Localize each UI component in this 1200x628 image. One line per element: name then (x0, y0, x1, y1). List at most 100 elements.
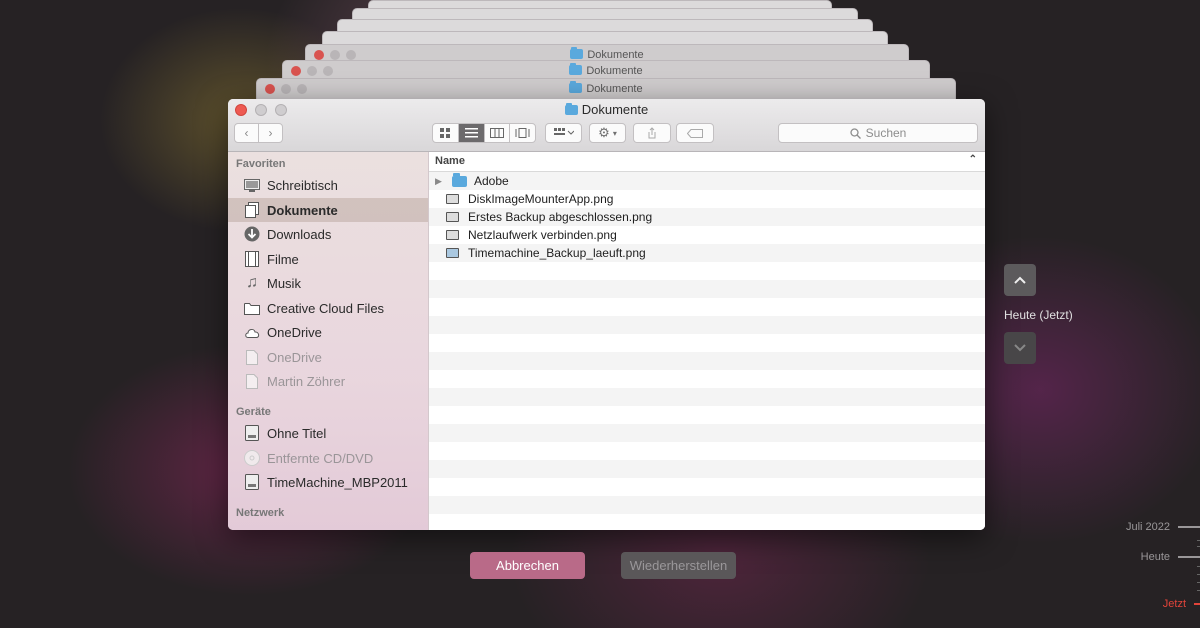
current-snapshot-label: Heute (Jetzt) (1004, 308, 1073, 322)
tag-icon (687, 128, 703, 138)
folder-icon (564, 103, 578, 115)
back-button[interactable]: ‹ (235, 124, 258, 142)
list-item[interactable]: DiskImageMounterApp.png (429, 190, 985, 208)
newer-backup-button[interactable] (1004, 264, 1036, 296)
window-titlebar: Dokumente ‹ › ⚙ ▾ Suchen (228, 99, 985, 152)
timeline-entry-now[interactable]: Jetzt (1163, 598, 1200, 610)
image-file-icon (446, 248, 462, 258)
sidebar-heading-devices: Geräte (236, 406, 271, 418)
sidebar-item-dokumente[interactable]: Dokumente (228, 198, 428, 222)
share-icon (648, 127, 656, 139)
sidebar-heading-network: Netzwerk (236, 507, 285, 519)
list-item[interactable]: Netzlaufwerk verbinden.png (429, 226, 985, 244)
list-item[interactable]: Erstes Backup abgeschlossen.png (429, 208, 985, 226)
list-icon (464, 128, 478, 138)
desktop-icon (244, 177, 260, 193)
timeline-label: Juli 2022 (1125, 521, 1170, 533)
grid-icon (439, 127, 450, 138)
sidebar-item-timemachine[interactable]: TimeMachine_MBP2011 (228, 470, 428, 494)
sidebar-item-label: Ohne Titel (267, 425, 327, 441)
sidebar-item-filme[interactable]: Filme (228, 247, 428, 271)
sidebar-item-schreibtisch[interactable]: Schreibtisch (228, 173, 428, 197)
movies-icon (244, 251, 260, 267)
sidebar-item-onedrive-dimmed[interactable]: OneDrive (228, 345, 428, 369)
sidebar-item-downloads[interactable]: Downloads (228, 222, 428, 246)
timeline-entry-july[interactable]: Juli 2022 (1126, 521, 1200, 533)
chevron-down-icon (1014, 344, 1026, 352)
action-button[interactable]: ⚙ ▾ (589, 123, 626, 143)
column-view-button[interactable] (483, 124, 510, 142)
list-view-button[interactable] (457, 124, 484, 142)
view-mode-segmented (432, 123, 536, 143)
disclosure-triangle-icon[interactable]: ▶ (435, 176, 449, 187)
sidebar-item-label: OneDrive (267, 324, 322, 340)
sidebar-item-label: OneDrive (267, 349, 322, 365)
file-name: Netzlaufwerk verbinden.png (468, 228, 617, 242)
sidebar-heading-favorites: Favoriten (236, 158, 286, 170)
stacked-window-title: Dokumente (586, 65, 643, 77)
search-placeholder: Suchen (865, 126, 907, 140)
sidebar-item-onedrive[interactable]: OneDrive (228, 320, 428, 344)
folder-icon (570, 47, 584, 59)
sidebar-item-creative-cloud-files[interactable]: Creative Cloud Files (228, 296, 428, 320)
sidebar-item-label: Entfernte CD/DVD (267, 450, 374, 466)
image-file-icon (446, 194, 462, 204)
arrange-button[interactable] (545, 123, 582, 143)
chevron-down-icon: ▾ (612, 128, 617, 138)
sidebar-item-label: TimeMachine_MBP2011 (267, 474, 408, 490)
icon-view-button[interactable] (433, 124, 458, 142)
sidebar-item-martin-zoehrer[interactable]: Martin Zöhrer (228, 369, 428, 393)
file-name: Adobe (474, 174, 509, 188)
window-title-wrap: Dokumente (228, 102, 985, 117)
file-rows: ▶ Adobe DiskImageMounterApp.png Erstes B… (429, 172, 985, 530)
search-field[interactable]: Suchen (778, 123, 978, 143)
drive-icon (244, 425, 260, 441)
column-header-label: Name (435, 155, 465, 167)
older-backup-button[interactable] (1004, 332, 1036, 364)
arrange-icon (553, 128, 574, 135)
file-name: DiskImageMounterApp.png (468, 192, 614, 206)
timeline-label: Jetzt (1162, 598, 1186, 610)
tag-button[interactable] (676, 123, 714, 143)
timeline-entry-today[interactable]: Heute (1141, 551, 1200, 563)
sidebar-item-label: Filme (267, 251, 299, 267)
sidebar-item-label: Schreibtisch (267, 177, 338, 193)
document-icon (244, 373, 260, 389)
chevron-up-icon (1014, 276, 1026, 284)
sidebar-item-label: Downloads (267, 226, 332, 242)
nav-buttons: ‹ › (234, 123, 283, 143)
document-icon (244, 349, 260, 365)
sidebar-item-ohne-titel[interactable]: Ohne Titel (228, 421, 428, 445)
column-header-name[interactable]: Name ⌃ (429, 152, 985, 172)
sidebar-item-entfernte-cd-dvd[interactable]: Entfernte CD/DVD (228, 446, 428, 470)
cloud-icon (244, 324, 260, 340)
sidebar-item-musik[interactable]: ♫ Musik (228, 271, 428, 295)
file-list: Name ⌃ ▶ Adobe DiskImageMounterApp.png E… (429, 152, 985, 530)
sidebar: Favoriten Schreibtisch Dokumente Downloa… (228, 152, 429, 530)
file-name: Timemachine_Backup_laeuft.png (468, 246, 646, 260)
music-icon: ♫ (246, 274, 258, 291)
downloads-icon (244, 226, 260, 242)
forward-button[interactable]: › (258, 124, 282, 142)
sidebar-item-label: Creative Cloud Files (267, 300, 385, 316)
list-item[interactable]: ▶ Adobe (429, 172, 985, 190)
disc-icon (244, 450, 260, 466)
folder-icon (452, 172, 468, 187)
sort-chevron-up-icon: ⌃ (968, 154, 977, 165)
share-button[interactable] (633, 123, 671, 143)
coverflow-view-button[interactable] (509, 124, 535, 142)
sidebar-item-label: Dokumente (267, 202, 338, 218)
sidebar-item-label: Musik (267, 275, 301, 291)
cancel-button[interactable]: Abbrechen (470, 552, 585, 579)
list-item[interactable]: Timemachine_Backup_laeuft.png (429, 244, 985, 262)
restore-button[interactable]: Wiederherstellen (621, 552, 736, 579)
search-icon (849, 127, 861, 139)
drive-icon (244, 474, 260, 490)
folder-icon (569, 81, 583, 93)
columns-icon (489, 128, 504, 138)
window-title: Dokumente (581, 102, 649, 117)
folder-icon (569, 63, 583, 75)
file-name: Erstes Backup abgeschlossen.png (468, 210, 653, 224)
finder-window: Dokumente ‹ › ⚙ ▾ Suchen Favoriten Schre… (228, 99, 985, 530)
stacked-window-title: Dokumente (586, 83, 643, 95)
